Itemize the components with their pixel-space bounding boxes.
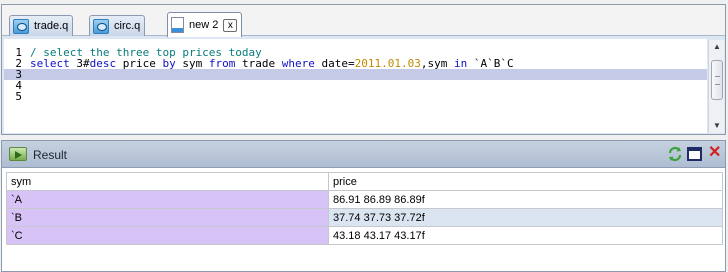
result-arrow-icon (9, 147, 27, 161)
scroll-down-icon[interactable]: ▼ (709, 119, 725, 133)
price-cell[interactable]: 86.91 86.89 86.89f (328, 190, 723, 209)
code-line[interactable]: 4 (4, 80, 707, 91)
scroll-up-icon[interactable]: ▲ (709, 40, 725, 54)
code-line[interactable]: 2 select 3#desc price by sym from trade w… (4, 58, 707, 69)
code-line[interactable]: 5 (4, 91, 707, 102)
column-header-price[interactable]: price (328, 172, 723, 191)
table-row: `C 43.18 43.17 43.17f (6, 226, 723, 245)
tab-label: circ.q (114, 20, 141, 32)
table-header-row: sym price (6, 172, 723, 191)
editor-vertical-scrollbar[interactable]: ▲ ▼ (708, 40, 724, 133)
tab-trade-q[interactable]: trade.q (9, 15, 74, 36)
result-table: sym price `A 86.91 86.89 86.89f `B 37.74… (6, 172, 723, 245)
result-panel: Result ✕ sym price `A 86.91 86.89 86.89f (1, 140, 726, 272)
tab-circ-q[interactable]: circ.q (89, 15, 146, 36)
tab-label: trade.q (34, 20, 69, 32)
result-header: Result ✕ (2, 141, 725, 168)
close-icon[interactable]: ✕ (708, 145, 724, 161)
refresh-icon[interactable] (667, 146, 683, 162)
code-editor[interactable]: 1/ select the three top prices today 2 sel… (4, 39, 707, 133)
tab-new-2[interactable]: new 2 x (167, 12, 243, 37)
maximize-icon[interactable] (687, 147, 702, 161)
sym-cell[interactable]: `A (6, 190, 329, 209)
tab-label: new 2 (189, 19, 219, 31)
q-file-icon (13, 18, 29, 34)
result-title: Result (33, 148, 68, 162)
q-file-icon (93, 18, 109, 34)
editor-tabbar: trade.q circ.q new 2 x (2, 5, 725, 37)
sym-cell[interactable]: `C (6, 226, 329, 245)
table-row: `B 37.74 37.73 37.72f (6, 208, 723, 227)
editor-panel: trade.q circ.q new 2 x 1/ select the thr… (1, 4, 726, 135)
close-tab-button[interactable]: x (223, 18, 238, 32)
sym-cell[interactable]: `B (6, 208, 329, 227)
line-number: 5 (15, 90, 22, 103)
scrollbar-thumb[interactable] (711, 60, 723, 100)
column-header-sym[interactable]: sym (6, 172, 329, 191)
document-icon (171, 17, 184, 33)
code-line[interactable]: 3 (4, 69, 707, 80)
price-cell[interactable]: 37.74 37.73 37.72f (328, 208, 723, 227)
price-cell[interactable]: 43.18 43.17 43.17f (328, 226, 723, 245)
table-row: `A 86.91 86.89 86.89f (6, 190, 723, 209)
